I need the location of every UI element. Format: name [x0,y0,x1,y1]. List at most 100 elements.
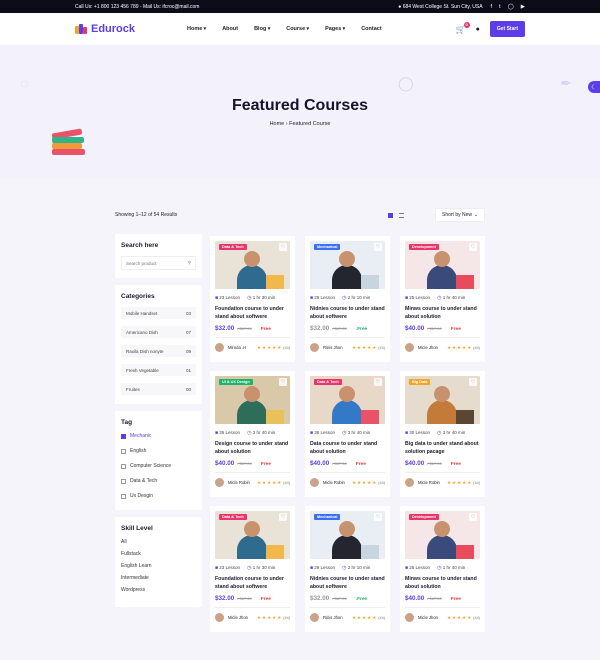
level-item[interactable]: English Learn [121,563,196,569]
level-item[interactable]: All [121,539,196,545]
bookmark-icon[interactable]: ♡ [374,243,382,251]
list-view-icon[interactable] [399,212,404,218]
course-thumbnail[interactable]: Mechanical ♡ [310,241,385,289]
author-name[interactable]: Micle Robin [323,480,345,485]
course-title[interactable]: Data course to under stand about solutio… [310,441,385,456]
course-card[interactable]: Development ♡ ■ 25 Lesson ◷ 1 hr 40 min … [400,506,485,632]
category-item[interactable]: Americano Dish 07 [121,326,196,338]
tag-mechanic[interactable]: Mechanic [121,433,196,439]
course-title[interactable]: Minws course to under stand about soluti… [405,306,480,321]
author-name[interactable]: Mirnda .H [228,345,246,350]
course-badge[interactable]: UI & UX Design [219,379,253,385]
course-thumbnail[interactable]: Big Data ♡ [405,376,480,424]
avatar[interactable] [310,478,319,487]
course-card[interactable]: Development ♡ ■ 25 Lesson ◷ 1 hr 40 min … [400,236,485,362]
instagram-icon[interactable]: ◯ [508,4,514,10]
bookmark-icon[interactable]: ♡ [469,378,477,386]
course-badge[interactable]: Mechanical [314,514,341,520]
avatar[interactable] [405,343,414,352]
search-icon[interactable]: ⚲ [188,260,191,266]
course-title[interactable]: Big data to under stand about solution p… [405,441,480,456]
bookmark-icon[interactable]: ♡ [374,513,382,521]
nav-course[interactable]: Course [286,26,309,32]
bookmark-icon[interactable]: ♡ [279,378,287,386]
bookmark-icon[interactable]: ♡ [279,513,287,521]
course-thumbnail[interactable]: Mechanical ♡ [310,511,385,559]
course-card[interactable]: Data & Tech ♡ ■ 23 Lesson ◷ 1 hr 30 min … [210,236,295,362]
facebook-icon[interactable]: f [491,4,493,10]
checkbox[interactable] [121,463,126,469]
level-item[interactable]: Intermediate [121,575,196,581]
checkbox[interactable] [121,448,126,454]
author-name[interactable]: Micle Jhon [228,615,248,620]
bookmark-icon[interactable]: ♡ [279,243,287,251]
grid-view-icon[interactable] [388,212,393,218]
checkbox[interactable] [121,493,126,499]
avatar[interactable] [405,478,414,487]
nav-blog[interactable]: Blog [254,26,270,32]
tag-data-tech[interactable]: Data & Tech [121,478,196,484]
course-badge[interactable]: Big Data [409,379,431,385]
course-thumbnail[interactable]: Development ♡ [405,511,480,559]
search-input[interactable]: Search product ⚲ [121,256,196,270]
avatar[interactable] [215,478,224,487]
course-card[interactable]: Big Data ♡ ■ 30 Lesson ◷ 3 hr 40 min Big… [400,371,485,497]
course-badge[interactable]: Data & Tech [219,244,247,250]
checkbox[interactable] [121,433,126,439]
breadcrumb-home[interactable]: Home [270,121,285,127]
bookmark-icon[interactable]: ♡ [469,243,477,251]
course-card[interactable]: Mechanical ♡ ■ 29 Lesson ◷ 2 hr 10 min N… [305,236,390,362]
course-card[interactable]: Data & Tech ♡ ■ 23 Lesson ◷ 1 hr 30 min … [210,506,295,632]
avatar[interactable] [215,613,224,622]
avatar[interactable] [310,343,319,352]
author-name[interactable]: Micle Jhon [418,345,438,350]
author-name[interactable]: Rinis Jhon [323,615,343,620]
author-name[interactable]: Micle Robin [418,480,440,485]
course-title[interactable]: Nidnies course to under stand about soft… [310,576,385,591]
nav-about[interactable]: About [222,26,238,32]
user-icon[interactable]: ● [476,26,480,33]
tag-ux-design[interactable]: Ux Desgin [121,493,196,499]
course-badge[interactable]: Data & Tech [219,514,247,520]
category-item[interactable]: Raxila Dish nonyte 09 [121,345,196,357]
course-thumbnail[interactable]: Data & Tech ♡ [310,376,385,424]
cart-icon[interactable]: 🛒 0 [456,21,470,34]
course-title[interactable]: Foundation course to under stand about s… [215,306,290,321]
course-title[interactable]: Foundation course to under stand about s… [215,576,290,591]
bookmark-icon[interactable]: ♡ [374,378,382,386]
checkbox[interactable] [121,478,126,484]
avatar[interactable] [215,343,224,352]
nav-pages[interactable]: Pages [325,26,345,32]
tag-computer-science[interactable]: Computer Science [121,463,196,469]
tag-english[interactable]: English [121,448,196,454]
avatar[interactable] [405,613,414,622]
nav-home[interactable]: Home [187,26,206,32]
course-badge[interactable]: Development [409,514,439,520]
course-card[interactable]: Data & Tech ♡ ■ 36 Lesson ◷ 3 hr 40 min … [305,371,390,497]
course-badge[interactable]: Development [409,244,439,250]
course-thumbnail[interactable]: Development ♡ [405,241,480,289]
category-item[interactable]: Mobile Handset 03 [121,307,196,319]
course-card[interactable]: Mechanical ♡ ■ 29 Lesson ◷ 2 hr 10 min N… [305,506,390,632]
author-name[interactable]: Rinis Jhon [323,345,343,350]
logo[interactable]: Edurock [75,23,187,35]
twitter-icon[interactable]: t [499,4,501,10]
avatar[interactable] [310,613,319,622]
dark-mode-toggle[interactable]: ☾ [588,81,600,93]
course-title[interactable]: Design course to under stand about solut… [215,441,290,456]
get-start-button[interactable]: Get Start [489,21,525,37]
level-item[interactable]: Wordpress [121,587,196,593]
category-item[interactable]: Fruites 00 [121,383,196,395]
youtube-icon[interactable]: ▶ [521,4,525,10]
bookmark-icon[interactable]: ♡ [469,513,477,521]
author-name[interactable]: Micle Robin [228,480,250,485]
category-item[interactable]: Fresh Vegetable 01 [121,364,196,376]
course-title[interactable]: Minws course to under stand about soluti… [405,576,480,591]
nav-contact[interactable]: Contact [361,26,381,32]
sort-select[interactable]: Short by New ⌄ [435,208,485,222]
course-title[interactable]: Nidnies course to under stand about soft… [310,306,385,321]
course-card[interactable]: UI & UX Design ♡ ■ 36 Lesson ◷ 3 hr 40 m… [210,371,295,497]
level-item[interactable]: Fullstack [121,551,196,557]
course-thumbnail[interactable]: UI & UX Design ♡ [215,376,290,424]
author-name[interactable]: Micle Jhon [418,615,438,620]
